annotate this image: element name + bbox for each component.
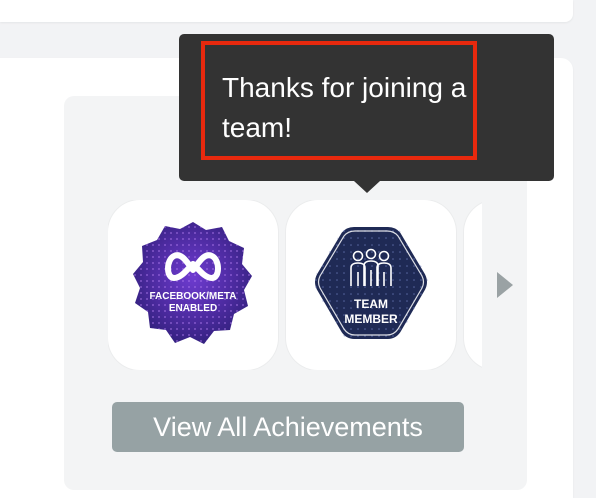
badge-card-team-member[interactable]: TEAM MEMBER [286, 200, 456, 370]
tooltip-arrow [354, 181, 380, 193]
top-card [0, 0, 573, 22]
badge-carousel: FACEBOOK/META ENABLED TEAM MEMBER [108, 200, 482, 370]
badge-label-line1: FACEBOOK/META [149, 291, 236, 302]
facebook-meta-badge-icon: FACEBOOK/META ENABLED [133, 222, 252, 344]
tooltip-text: Thanks for joining a team! [222, 72, 467, 143]
badge-card-partial[interactable] [464, 200, 482, 370]
team-member-badge-icon: TEAM MEMBER [313, 225, 429, 341]
chevron-right-icon[interactable] [494, 270, 516, 300]
badge-card-facebook-meta[interactable]: FACEBOOK/META ENABLED [108, 200, 278, 370]
badge-label-line1: TEAM [354, 297, 388, 311]
badge-label-line2: MEMBER [344, 312, 398, 326]
view-all-achievements-button[interactable]: View All Achievements [112, 402, 464, 452]
badge-label-line2: ENABLED [169, 303, 217, 314]
